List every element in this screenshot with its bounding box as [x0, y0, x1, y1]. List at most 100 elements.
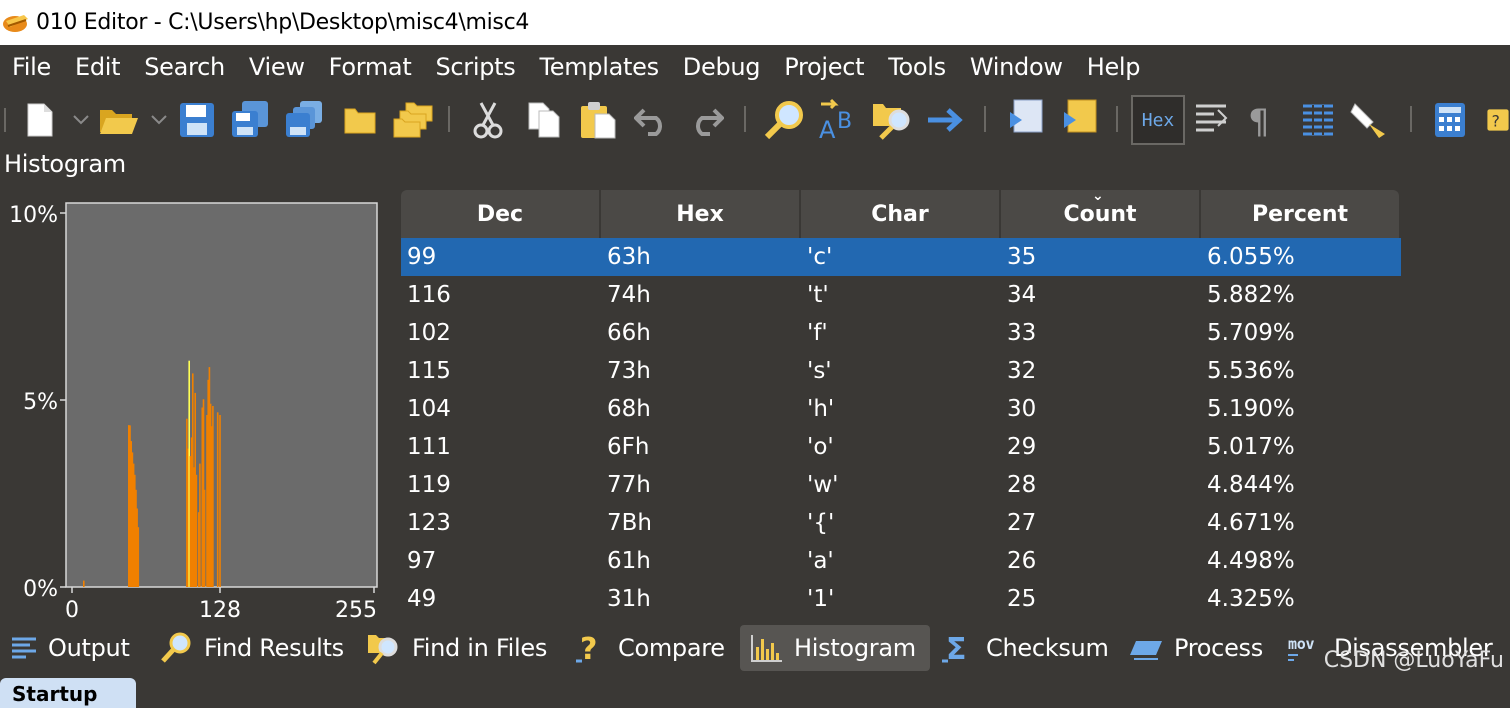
histogram-bar	[199, 463, 201, 587]
undo-icon[interactable]	[632, 92, 672, 148]
cell-percent: 5.536%	[1207, 358, 1295, 384]
column-header-dec[interactable]: Dec	[401, 190, 601, 238]
cell-char: 'w'	[807, 472, 839, 498]
menu-search[interactable]: Search	[132, 53, 237, 81]
cell-hex: 6Fh	[607, 434, 650, 460]
startup-tab[interactable]: Startup	[0, 678, 136, 708]
list-icon[interactable]	[1298, 92, 1338, 148]
app-logo-icon	[3, 14, 28, 32]
goto-icon[interactable]	[924, 92, 966, 148]
menu-tools[interactable]: Tools	[876, 53, 958, 81]
tab-checksum[interactable]: Σ Checksum	[942, 625, 1109, 671]
cell-dec: 111	[407, 434, 451, 460]
paste-icon[interactable]	[576, 92, 622, 148]
cell-hex: 61h	[607, 548, 651, 574]
table-row[interactable]: 104 68h 'h' 30 5.190%	[401, 390, 1401, 428]
watermark: CSDN @LuoYaFu	[1323, 648, 1504, 673]
columns-icon[interactable]	[1192, 92, 1230, 148]
menu-window[interactable]: Window	[958, 53, 1075, 81]
hex-mode-button[interactable]: Hex	[1130, 92, 1186, 148]
calculator-icon[interactable]	[1430, 92, 1470, 148]
tab-label: Find Results	[204, 634, 344, 662]
find-in-files-icon[interactable]	[870, 92, 916, 148]
run-script-icon[interactable]	[1004, 92, 1050, 148]
chevron-down-icon[interactable]	[148, 92, 170, 148]
menu-view[interactable]: View	[237, 53, 317, 81]
table-row[interactable]: 111 6Fh 'o' 29 5.017%	[401, 428, 1401, 466]
menu-scripts[interactable]: Scripts	[423, 53, 527, 81]
tab-label: Find in Files	[412, 634, 548, 662]
cell-char: 'a'	[807, 548, 834, 574]
copy-icon[interactable]	[522, 92, 566, 148]
menu-templates[interactable]: Templates	[527, 53, 670, 81]
cut-icon[interactable]	[468, 92, 508, 148]
menu-help[interactable]: Help	[1075, 53, 1153, 81]
svg-text:Σ: Σ	[946, 632, 966, 665]
table-row[interactable]: 123 7Bh '{' 27 4.671%	[401, 504, 1401, 542]
paragraph-icon[interactable]: ¶	[1244, 92, 1280, 148]
tab-compare[interactable]: ? Compare	[574, 625, 725, 671]
folder-icon[interactable]	[340, 92, 380, 148]
open-folder-icon[interactable]	[96, 92, 142, 148]
tab-label: Process	[1174, 634, 1263, 662]
table-row[interactable]: 99 63h 'c' 35 6.055%	[401, 238, 1401, 276]
cell-hex: 77h	[607, 472, 651, 498]
cell-dec: 116	[407, 282, 451, 308]
column-header-count[interactable]: ⌄ Count	[1001, 188, 1201, 238]
menu-format[interactable]: Format	[317, 53, 424, 81]
toolbar-separator	[1410, 106, 1412, 132]
tab-output[interactable]: Output	[10, 625, 130, 671]
compare-icon: ?	[574, 631, 608, 665]
bottom-panel-tabs: Output Find Results Find in Files ? Comp…	[0, 622, 1510, 678]
cell-char: 'o'	[807, 434, 834, 460]
folders-icon[interactable]	[390, 92, 436, 148]
column-header-hex[interactable]: Hex	[601, 190, 801, 238]
svg-text:?: ?	[1492, 112, 1500, 130]
cell-dec: 104	[407, 396, 451, 422]
highlight-icon[interactable]	[1348, 92, 1392, 148]
menu-debug[interactable]: Debug	[671, 53, 772, 81]
tab-find-results[interactable]: Find Results	[160, 625, 344, 671]
table-row[interactable]: 102 66h 'f' 33 5.709%	[401, 314, 1401, 352]
cell-char: 's'	[807, 358, 832, 384]
table-row[interactable]: 115 73h 's' 32 5.536%	[401, 352, 1401, 390]
cell-percent: 4.671%	[1207, 510, 1295, 536]
cell-char: '1'	[807, 586, 835, 612]
menu-file[interactable]: File	[0, 53, 63, 81]
tab-process[interactable]: Process	[1130, 625, 1263, 671]
find-icon[interactable]	[762, 92, 806, 148]
save-icon[interactable]	[176, 92, 218, 148]
cell-count: 29	[1007, 434, 1037, 460]
menu-edit[interactable]: Edit	[63, 53, 132, 81]
help-icon[interactable]: ?	[1486, 92, 1510, 148]
find-in-files-icon	[366, 631, 402, 665]
new-file-icon[interactable]	[22, 92, 58, 148]
cell-hex: 73h	[607, 358, 651, 384]
cell-percent: 4.844%	[1207, 472, 1295, 498]
tab-find-in-files[interactable]: Find in Files	[366, 625, 547, 671]
table-row[interactable]: 97 61h 'a' 26 4.498%	[401, 542, 1401, 580]
cell-count: 33	[1007, 320, 1037, 346]
histogram-table: Dec Hex Char ⌄ Count Percent 99 63h 'c' 35 6…	[401, 188, 1401, 622]
histogram-svg: 10% 5% 0% 0 128 255	[9, 202, 378, 622]
y-tick-label: 10%	[9, 203, 58, 228]
cell-percent: 5.882%	[1207, 282, 1295, 308]
cell-char: 'h'	[807, 396, 835, 422]
x-tick-label: 0	[65, 598, 79, 622]
column-header-percent[interactable]: Percent	[1201, 190, 1399, 238]
svg-text:B: B	[837, 109, 852, 134]
column-header-char[interactable]: Char	[801, 190, 1001, 238]
save-as-icon[interactable]	[228, 92, 272, 148]
tab-histogram[interactable]: Histogram	[740, 625, 930, 671]
replace-icon[interactable]: AB	[816, 92, 862, 148]
table-row[interactable]: 119 77h 'w' 28 4.844%	[401, 466, 1401, 504]
toolbar-grip	[0, 92, 10, 148]
save-all-icon[interactable]	[282, 92, 326, 148]
run-template-icon[interactable]	[1058, 92, 1104, 148]
table-row[interactable]: 49 31h '1' 25 4.325%	[401, 580, 1401, 618]
cell-percent: 5.017%	[1207, 434, 1295, 460]
chevron-down-icon[interactable]	[70, 92, 92, 148]
table-row[interactable]: 116 74h 't' 34 5.882%	[401, 276, 1401, 314]
redo-icon[interactable]	[686, 92, 726, 148]
menu-project[interactable]: Project	[772, 53, 876, 81]
